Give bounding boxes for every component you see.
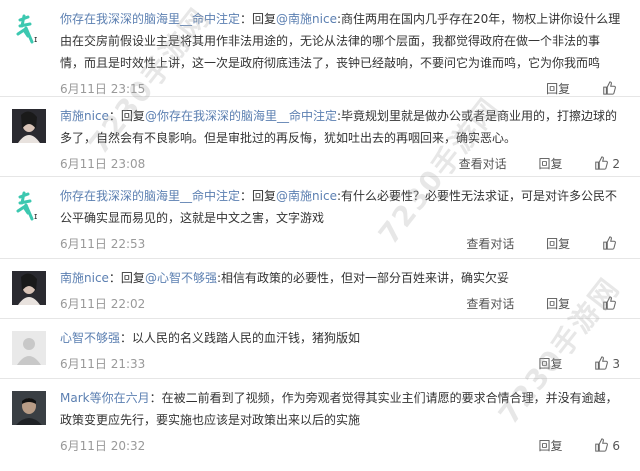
like-count: 3 xyxy=(612,357,620,371)
comment-time: 6月11日 23:15 xyxy=(60,82,146,96)
comment-mention[interactable]: @南施nice xyxy=(276,189,337,203)
like-count: 2 xyxy=(612,157,620,171)
comment-footer: 6月11日 20:32 回复 6 xyxy=(60,431,640,461)
comment-body: 南施nice：回复@你存在我深深的脑海里__命中注定:毕竟规划里就是做办公或者是… xyxy=(60,105,640,149)
comment-item: 心智不够强：以人民的名义践踏人民的血汗钱，猪狗版如 6月11日 21:33 回复… xyxy=(0,319,640,379)
comment-body: 心智不够强：以人民的名义践踏人民的血汗钱，猪狗版如 xyxy=(60,327,640,349)
comment-actions: 回复 6 xyxy=(511,431,620,461)
reply-button[interactable]: 回复 xyxy=(546,82,570,96)
avatar[interactable] xyxy=(12,271,46,305)
thumbs-up-icon xyxy=(595,356,609,370)
comment-item: 南施nice：回复@心智不够强:相信有政策的必要性，但对一部分百姓来讲，确实欠妥… xyxy=(0,259,640,319)
thumbs-up-icon xyxy=(595,156,609,170)
comment-username[interactable]: Mark等你在六月 xyxy=(60,391,150,405)
comment-prefix: ：回复 xyxy=(108,271,145,285)
like-button[interactable]: 6 xyxy=(594,431,620,461)
svg-text:ɪ: ɪ xyxy=(34,35,37,45)
comment-username[interactable]: 你存在我深深的脑海里__命中注定 xyxy=(60,12,240,26)
thumbs-up-icon xyxy=(603,81,616,95)
reply-button[interactable]: 回复 xyxy=(539,157,563,171)
comment-actions: 回复 3 xyxy=(511,349,620,379)
comment-prefix: ：回复 xyxy=(108,109,145,123)
thumbs-up-icon xyxy=(595,438,609,452)
reply-button[interactable]: 回复 xyxy=(546,237,570,251)
comment-body: 你存在我深深的脑海里__命中注定：回复@南施nice:商住两用在国内几乎存在20… xyxy=(60,8,640,74)
comment-username[interactable]: 南施nice xyxy=(60,271,109,285)
comment-username[interactable]: 心智不够强 xyxy=(60,331,120,345)
comment-item: ɪ 你存在我深深的脑海里__命中注定：回复@南施nice:商住两用在国内几乎存在… xyxy=(0,0,640,97)
comment-time: 6月11日 21:33 xyxy=(60,357,146,371)
avatar[interactable] xyxy=(12,391,46,425)
thumbs-up-icon xyxy=(603,296,616,310)
comment-body: 南施nice：回复@心智不够强:相信有政策的必要性，但对一部分百姓来讲，确实欠妥 xyxy=(60,267,640,289)
comment-list: ɪ 你存在我深深的脑海里__命中注定：回复@南施nice:商住两用在国内几乎存在… xyxy=(0,0,640,471)
default-avatar-icon xyxy=(12,331,46,365)
reply-button[interactable]: 回复 xyxy=(546,297,570,311)
comment-footer: 6月11日 21:33 回复 3 xyxy=(60,349,640,379)
comment-footer: 6月11日 23:08 查看对话 回复 2 xyxy=(60,149,640,179)
view-conversation-button[interactable]: 查看对话 xyxy=(466,297,514,311)
avatar[interactable] xyxy=(12,331,46,365)
avatar-image: ɪ xyxy=(12,189,46,223)
comment-time: 6月11日 22:02 xyxy=(60,297,146,311)
comment-mention[interactable]: @南施nice xyxy=(276,12,337,26)
comment-prefix: ：回复 xyxy=(240,189,277,203)
svg-text:ɪ: ɪ xyxy=(34,212,37,222)
avatar[interactable] xyxy=(12,109,46,143)
avatar-image: ɪ xyxy=(12,12,46,46)
like-button[interactable]: 3 xyxy=(594,349,620,379)
comment-actions: 查看对话 回复 xyxy=(438,229,620,259)
like-button[interactable]: 2 xyxy=(594,149,620,179)
avatar-image xyxy=(12,391,46,425)
reply-button[interactable]: 回复 xyxy=(539,357,563,371)
comment-item: ɪ 你存在我深深的脑海里__命中注定：回复@南施nice:有什么必要性？必要性无… xyxy=(0,177,640,259)
comment-actions: 查看对话 回复 2 xyxy=(431,149,620,179)
comment-time: 6月11日 22:53 xyxy=(60,237,146,251)
comment-item: 南施nice：回复@你存在我深深的脑海里__命中注定:毕竟规划里就是做办公或者是… xyxy=(0,97,640,177)
comment-time: 6月11日 23:08 xyxy=(60,157,146,171)
avatar-image xyxy=(12,271,46,305)
comment-actions: 查看对话 回复 xyxy=(438,289,620,319)
comment-text: ：以人民的名义践踏人民的血汗钱，猪狗版如 xyxy=(120,331,361,345)
comment-footer: 6月11日 22:53 查看对话 回复 xyxy=(60,229,640,259)
comment-text: :相信有政策的必要性，但对一部分百姓来讲，确实欠妥 xyxy=(216,271,509,285)
view-conversation-button[interactable]: 查看对话 xyxy=(459,157,507,171)
comment-footer: 6月11日 22:02 查看对话 回复 xyxy=(60,289,640,319)
comment-item: Mark等你在六月：在被二前看到了视频，作为旁观者觉得其实业主们请愿的要求合情合… xyxy=(0,379,640,471)
avatar-image xyxy=(12,109,46,143)
comment-mention[interactable]: @心智不够强 xyxy=(145,271,217,285)
comment-username[interactable]: 你存在我深深的脑海里__命中注定 xyxy=(60,189,240,203)
view-conversation-button[interactable]: 查看对话 xyxy=(466,237,514,251)
avatar[interactable]: ɪ xyxy=(12,12,46,46)
comment-username[interactable]: 南施nice xyxy=(60,109,109,123)
like-button[interactable] xyxy=(602,289,620,319)
avatar[interactable]: ɪ xyxy=(12,189,46,223)
comment-body: 你存在我深深的脑海里__命中注定：回复@南施nice:有什么必要性？必要性无法求… xyxy=(60,185,640,229)
comment-time: 6月11日 20:32 xyxy=(60,439,146,453)
comment-prefix: ：回复 xyxy=(240,12,277,26)
like-count: 6 xyxy=(612,439,620,453)
like-button[interactable] xyxy=(602,229,620,259)
comment-body: Mark等你在六月：在被二前看到了视频，作为旁观者觉得其实业主们请愿的要求合情合… xyxy=(60,387,640,431)
thumbs-up-icon xyxy=(603,236,616,250)
reply-button[interactable]: 回复 xyxy=(539,439,563,453)
comment-mention[interactable]: @你存在我深深的脑海里__命中注定 xyxy=(145,109,337,123)
